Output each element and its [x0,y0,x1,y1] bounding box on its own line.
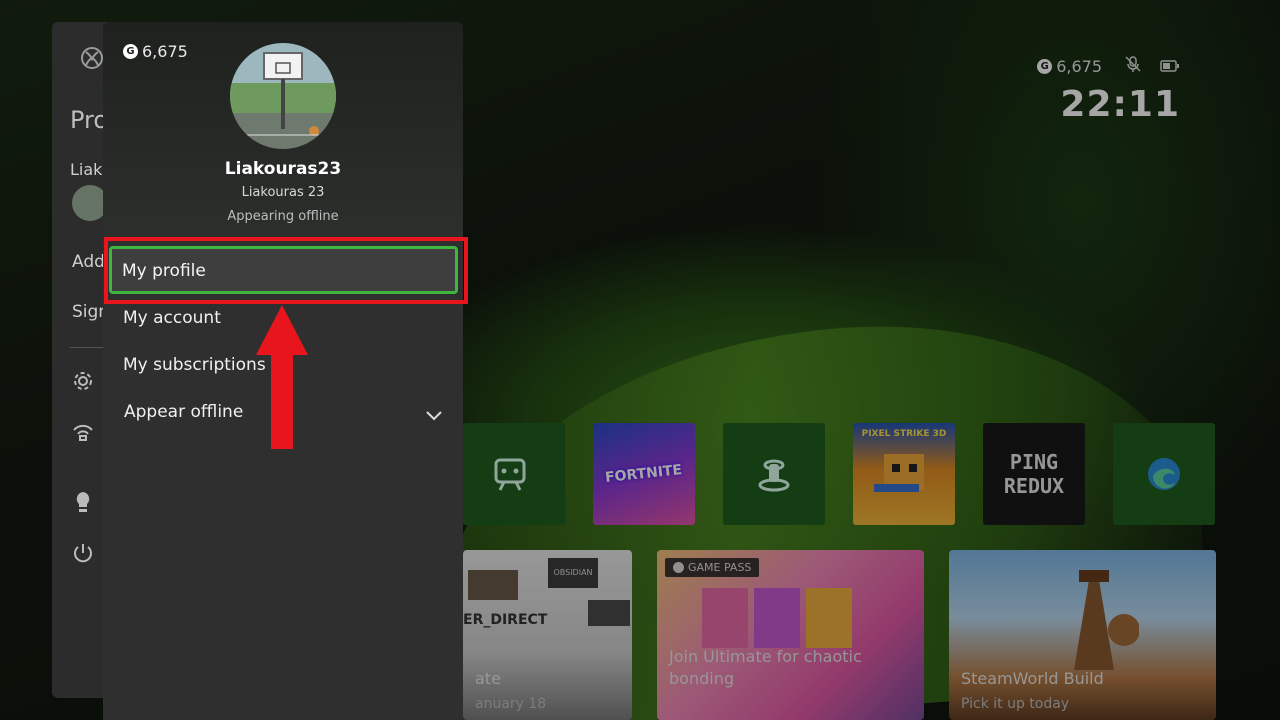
real-name: Liakouras 23 [241,185,325,200]
guide-add[interactable]: Add [72,252,105,272]
g-icon: G [123,44,138,59]
remote-play-icon[interactable] [72,422,94,446]
avatar [230,43,336,149]
gear-icon[interactable] [72,370,94,396]
presence-status: Appearing offline [227,209,339,224]
annotation-highlight-box [104,237,468,304]
my-account-button[interactable]: My account [123,308,221,328]
xbox-logo-icon [80,46,104,74]
power-icon[interactable] [72,542,94,568]
my-subscriptions-button[interactable]: My subscriptions [123,355,266,375]
basketball-hoop-avatar [230,43,336,149]
appear-offline-dropdown[interactable]: Appear offline [124,402,243,422]
guide-user: Liak [70,160,103,179]
profile-header: G 6,675 Liakouras23 Liakouras 23 Appeari… [103,22,463,237]
chevron-down-icon[interactable] [425,406,443,425]
annotation-arrow-icon [256,305,308,449]
profile-gamerscore: G 6,675 [123,42,188,61]
tips-icon[interactable] [74,490,92,518]
gamertag: Liakouras23 [224,159,342,179]
